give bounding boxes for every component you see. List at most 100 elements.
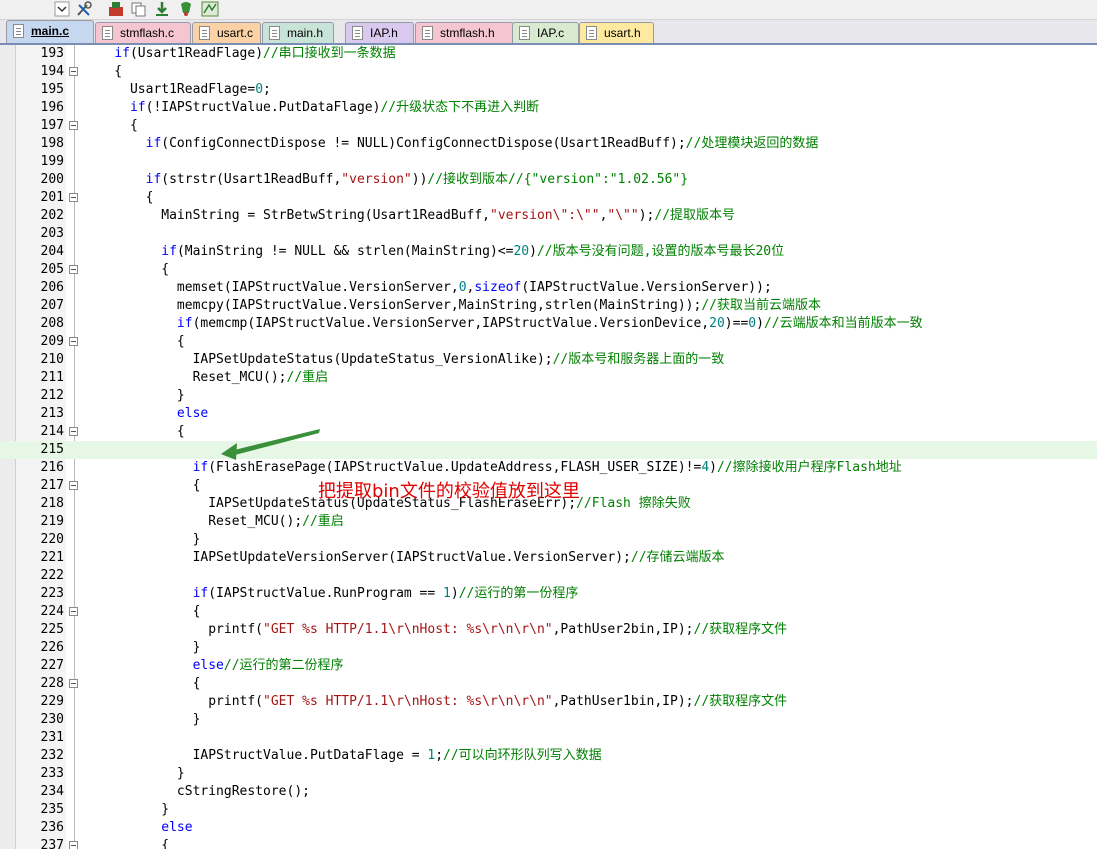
- line-number: 235: [40, 802, 64, 817]
- code-line[interactable]: 231: [0, 729, 1097, 747]
- line-number: 225: [40, 622, 64, 637]
- code-comment: //获取程序文件: [693, 694, 788, 709]
- code-line[interactable]: 219 Reset_MCU();//重启: [0, 513, 1097, 531]
- code-text: IAPSetUpdateVersionServer(IAPStructValue…: [83, 549, 725, 567]
- code-line[interactable]: 227 else//运行的第二份程序: [0, 657, 1097, 675]
- line-number: 230: [40, 712, 64, 727]
- code-token: IAPSetUpdateVersionServer(IAPStructValue…: [83, 550, 631, 565]
- tab-label: usart.c: [217, 26, 254, 40]
- code-token: {: [83, 604, 201, 619]
- code-line[interactable]: 226 }: [0, 639, 1097, 657]
- code-line[interactable]: 222: [0, 567, 1097, 585]
- code-token: }: [83, 766, 185, 781]
- fold-collapse-icon[interactable]: [69, 679, 78, 688]
- fold-collapse-icon[interactable]: [69, 481, 78, 490]
- code-text: {: [83, 477, 201, 495]
- code-token: ,PathUser2bin,IP);: [552, 622, 694, 637]
- line-number: 232: [40, 748, 64, 763]
- code-line[interactable]: 221 IAPSetUpdateVersionServer(IAPStructV…: [0, 549, 1097, 567]
- tab-main-c[interactable]: main.c: [6, 20, 94, 43]
- line-number: 222: [40, 568, 64, 583]
- code-comment: //处理模块返回的数据: [685, 136, 819, 151]
- fold-collapse-icon[interactable]: [69, 607, 78, 616]
- line-number: 233: [40, 766, 64, 781]
- fold-collapse-icon[interactable]: [69, 841, 78, 849]
- code-line[interactable]: 233 }: [0, 765, 1097, 783]
- code-comment: //版本号没有问题,设置的版本号最长20位: [536, 244, 785, 259]
- configure-icon[interactable]: [201, 1, 219, 17]
- line-number: 219: [40, 514, 64, 529]
- code-token: {: [83, 838, 170, 849]
- file-icon: [102, 26, 113, 40]
- tab-label: IAP.c: [537, 26, 565, 40]
- code-line[interactable]: 220 }: [0, 531, 1097, 549]
- code-string: "\"": [607, 208, 639, 223]
- line-number: 236: [40, 820, 64, 835]
- code-line[interactable]: 230 }: [0, 711, 1097, 729]
- code-token: }: [83, 802, 170, 817]
- code-line[interactable]: 234 cStringRestore();: [0, 783, 1097, 801]
- annotation-text: 把提取bin文件的校验值放到这里: [318, 481, 580, 502]
- code-token: ): [756, 316, 764, 331]
- code-line[interactable]: 224 {: [0, 603, 1097, 621]
- code-text: else//运行的第二份程序: [83, 657, 344, 675]
- line-number: 237: [40, 838, 64, 849]
- code-editor[interactable]: 193 if(Usart1ReadFlage)//串口接收到一条数据 194 {1…: [0, 45, 1097, 849]
- dropdown-arrow-icon[interactable]: [54, 1, 72, 17]
- tab-usart-h[interactable]: usart.h: [579, 22, 654, 43]
- code-text: {: [83, 837, 169, 849]
- code-string: "version\":\"": [490, 208, 600, 223]
- file-icon: [422, 26, 433, 40]
- code-line[interactable]: 228 {: [0, 675, 1097, 693]
- line-number: 231: [40, 730, 64, 745]
- tab-label: IAP.h: [370, 26, 398, 40]
- file-icon: [352, 26, 363, 40]
- tab-label: main.c: [31, 24, 70, 38]
- file-tab-bar: main.c stmflash.c usart.c main.h IAP.h stmfla…: [0, 20, 1097, 45]
- tab-label: stmflash.c: [120, 26, 175, 40]
- code-line[interactable]: 223 if(IAPStructValue.RunProgram == 1)//…: [0, 585, 1097, 603]
- code-comment: //擦除接收用户程序Flash地址: [716, 460, 902, 475]
- code-text: }: [83, 711, 201, 729]
- tab-label: stmflash.h: [440, 26, 495, 40]
- toolbar: [0, 0, 1097, 20]
- tab-stmflash-c[interactable]: stmflash.c: [95, 22, 191, 43]
- code-token: printf(: [83, 694, 264, 709]
- build-icon[interactable]: [107, 1, 125, 17]
- code-comment: //接收到版本//{"version":"1.02.56"}: [427, 172, 689, 187]
- code-number: 4: [701, 460, 710, 475]
- tab-iap-h[interactable]: IAP.h: [345, 22, 414, 43]
- debug-icon[interactable]: [177, 1, 195, 17]
- code-number: 0: [748, 316, 757, 331]
- code-comment: //可以向环形队列写入数据: [443, 748, 602, 763]
- code-number: 20: [709, 316, 725, 331]
- code-line[interactable]: 232 IAPStructValue.PutDataFlage = 1;//可以…: [0, 747, 1097, 765]
- line-number: 224: [40, 604, 64, 619]
- code-token: ;: [435, 748, 444, 763]
- code-text: if(IAPStructValue.RunProgram == 1)//运行的第…: [83, 585, 579, 603]
- tab-usart-c[interactable]: usart.c: [192, 22, 261, 43]
- code-line[interactable]: 229 printf("GET %s HTTP/1.1\r\nHost: %s\…: [0, 693, 1097, 711]
- code-line[interactable]: 237 {: [0, 837, 1097, 849]
- code-token: )): [411, 172, 428, 187]
- code-string: "GET %s HTTP/1.1\r\nHost: %s\r\n\r\n": [263, 694, 553, 709]
- tab-iap-c[interactable]: IAP.c: [512, 22, 579, 43]
- code-comment: //重启: [302, 514, 344, 529]
- code-token: ): [450, 586, 459, 601]
- code-line[interactable]: 236 else: [0, 819, 1097, 837]
- code-token: {: [83, 478, 201, 493]
- code-line[interactable]: 225 printf("GET %s HTTP/1.1\r\nHost: %s\…: [0, 621, 1097, 639]
- code-comment: //Flash 擦除失败: [576, 496, 691, 511]
- code-text: else: [83, 819, 192, 837]
- tools-icon[interactable]: [75, 1, 93, 17]
- file-icon: [269, 26, 280, 40]
- tab-main-h[interactable]: main.h: [262, 22, 334, 43]
- copy-icon[interactable]: [130, 1, 148, 17]
- download-icon[interactable]: [153, 1, 171, 17]
- code-comment: //版本号和服务器上面的一致: [552, 352, 725, 367]
- tab-stmflash-h[interactable]: stmflash.h: [415, 22, 514, 43]
- code-line[interactable]: 235 }: [0, 801, 1097, 819]
